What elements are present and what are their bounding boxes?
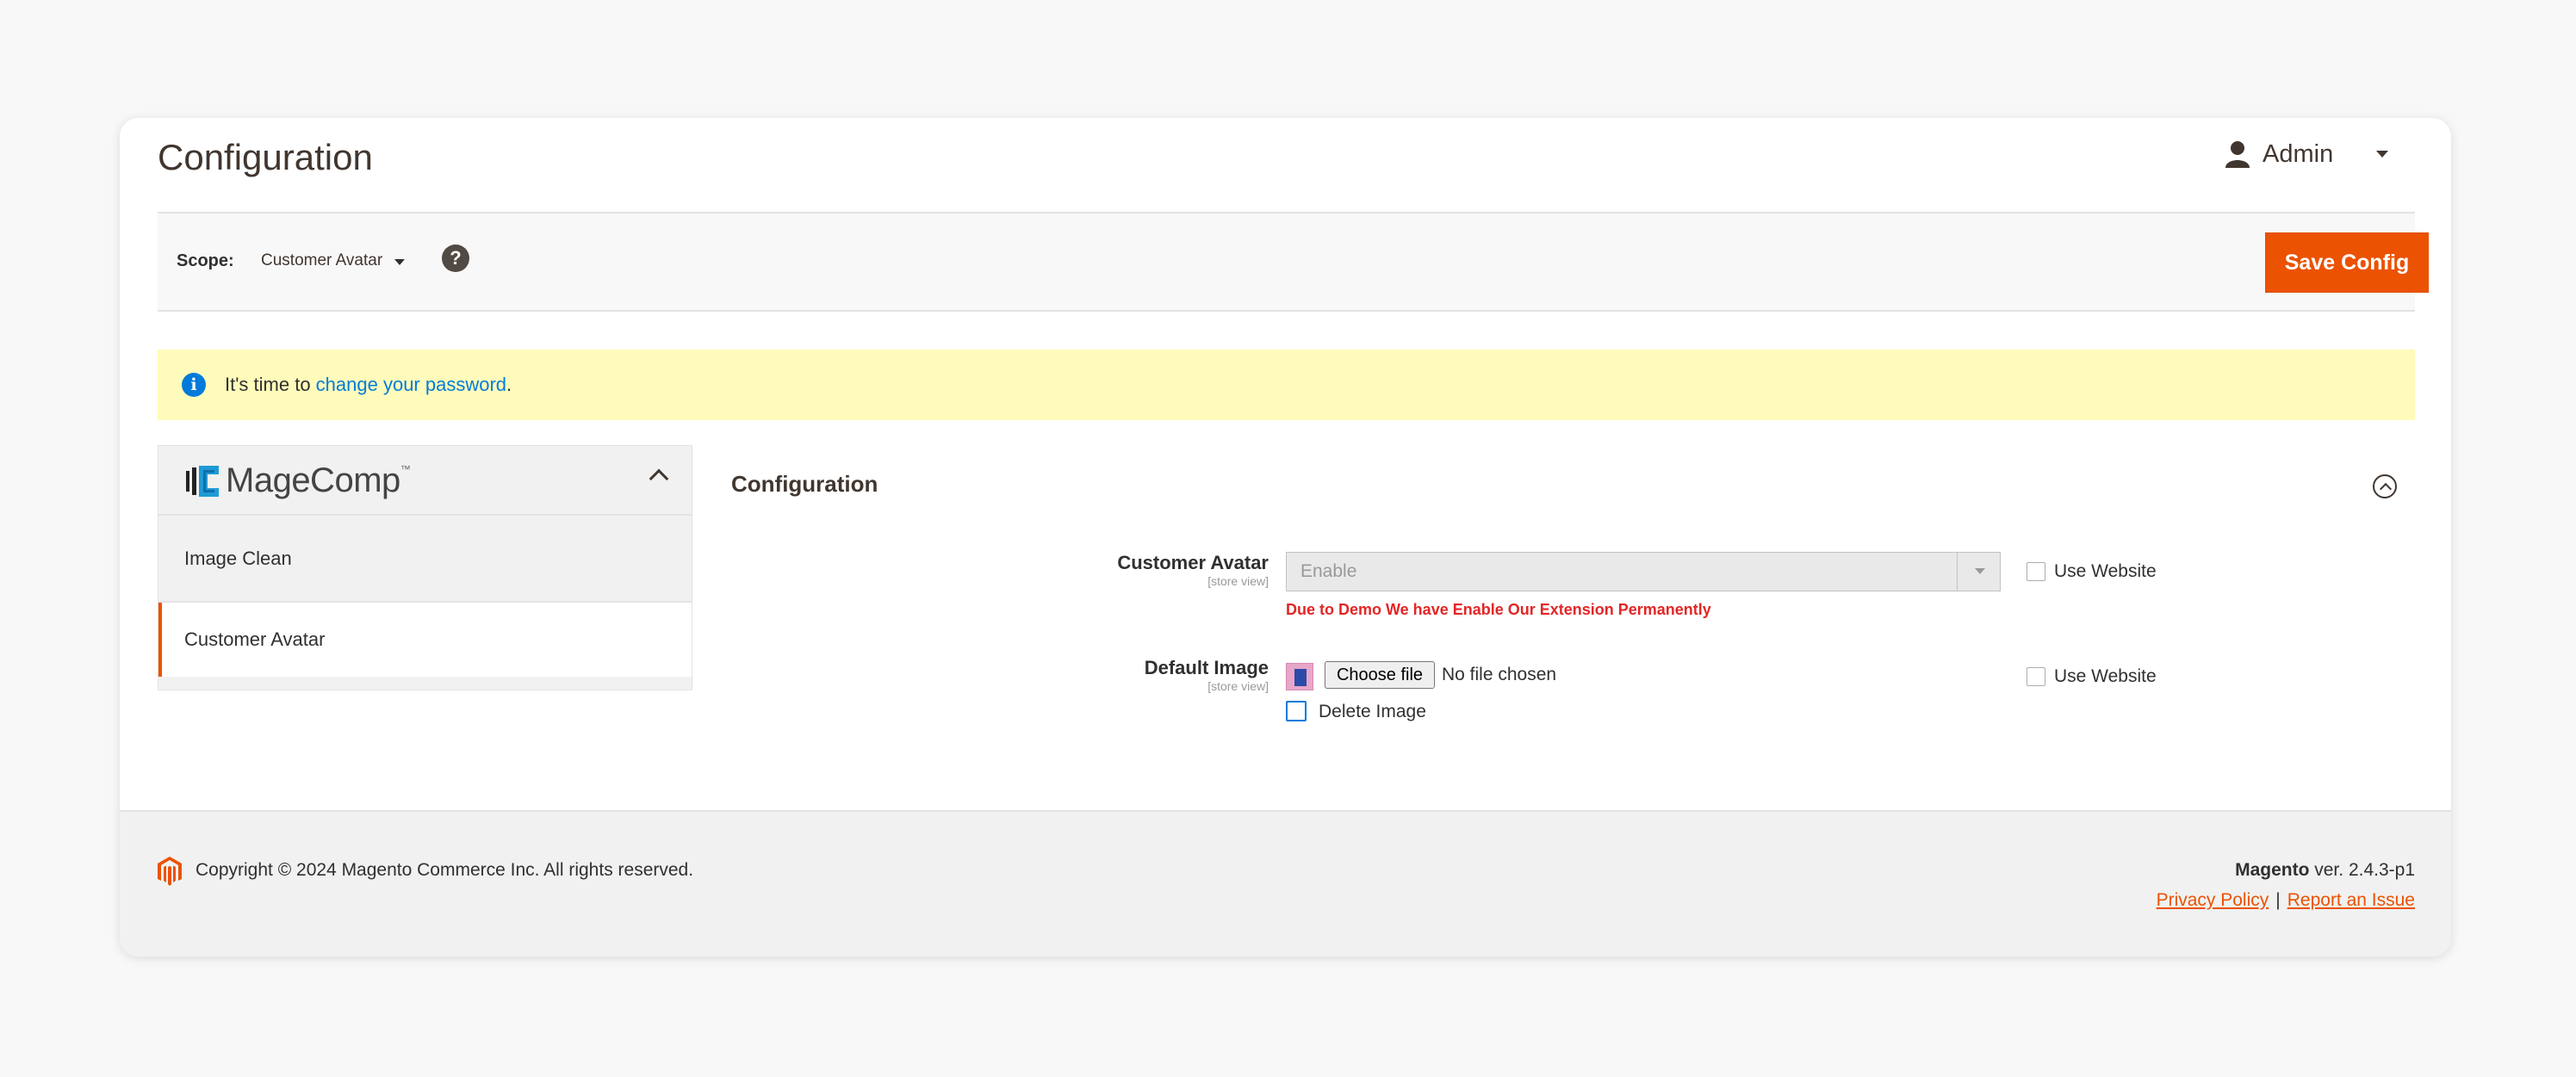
use-website-label-avatar: Use Website	[2054, 561, 2157, 581]
choose-file-button[interactable]: Choose file	[1325, 661, 1435, 689]
section-title: Configuration	[731, 471, 878, 497]
sidebar-item-image-clean[interactable]: Image Clean	[158, 516, 692, 603]
delete-image-label: Delete Image	[1319, 702, 1426, 721]
collapse-circle-icon[interactable]	[2373, 474, 2397, 498]
scope-switcher[interactable]: Customer Avatar	[261, 251, 406, 270]
use-website-checkbox-image[interactable]	[2027, 667, 2045, 686]
default-image-scope: [store view]	[1207, 679, 1269, 693]
magecomp-logo: MageComp ™	[184, 461, 411, 500]
notice-text: It's time to change your password.	[225, 374, 512, 395]
demo-warning: Due to Demo We have Enable Our Extension…	[1286, 601, 1711, 618]
footer: Copyright © 2024 Magento Commerce Inc. A…	[120, 810, 2451, 956]
customer-avatar-label: Customer Avatar	[1117, 552, 1269, 573]
magecomp-logo-icon	[186, 465, 219, 497]
help-icon[interactable]: ?	[442, 244, 469, 272]
scope-value: Customer Avatar	[261, 251, 383, 269]
copyright: Copyright © 2024 Magento Commerce Inc. A…	[196, 860, 694, 880]
sidebar-item-customer-avatar[interactable]: Customer Avatar	[158, 603, 692, 677]
admin-panel: Configuration Admin Scope: Customer Avat…	[120, 118, 2451, 956]
chevron-down-icon	[2376, 151, 2389, 158]
save-config-button[interactable]: Save Config	[2265, 232, 2429, 293]
privacy-policy-link[interactable]: Privacy Policy	[2157, 890, 2269, 910]
scope-bar: Scope: Customer Avatar ? Save Config	[158, 212, 2429, 312]
report-issue-link[interactable]: Report an Issue	[2287, 890, 2415, 910]
chevron-up-icon	[649, 468, 669, 489]
delete-image-checkbox[interactable]	[1286, 701, 1307, 721]
footer-links: Privacy Policy | Report an Issue	[2156, 890, 2415, 910]
info-icon: i	[182, 373, 206, 397]
admin-user-menu[interactable]: Admin	[2225, 135, 2389, 173]
customer-avatar-scope: [store view]	[1207, 574, 1269, 588]
change-password-link[interactable]: change your password	[316, 374, 506, 395]
config-sidebar: MageComp ™ Image Clean Customer Avatar	[158, 445, 692, 690]
trademark: ™	[400, 463, 411, 475]
sidebar-group-magecomp[interactable]: MageComp ™	[158, 446, 692, 516]
user-icon	[2225, 141, 2250, 168]
magento-logo	[158, 857, 182, 886]
admin-name: Admin	[2263, 139, 2334, 168]
scope-label: Scope:	[177, 251, 234, 270]
use-website-label-image: Use Website	[2054, 666, 2157, 686]
default-image-label: Default Image	[1144, 657, 1269, 678]
customer-avatar-select[interactable]: Enable	[1286, 552, 2001, 591]
version-info: Magento ver. 2.4.3-p1	[2235, 860, 2415, 880]
default-image-thumbnail[interactable]	[1286, 663, 1313, 690]
page-title: Configuration	[158, 137, 373, 177]
file-status: No file chosen	[1442, 665, 1557, 684]
chevron-down-icon	[1957, 553, 2000, 591]
chevron-down-icon	[394, 259, 406, 265]
customer-avatar-select-value: Enable	[1300, 561, 1357, 581]
brand-name: MageComp	[226, 461, 400, 499]
use-website-checkbox-avatar[interactable]	[2027, 562, 2045, 581]
password-notice: i It's time to change your password.	[158, 350, 2415, 420]
